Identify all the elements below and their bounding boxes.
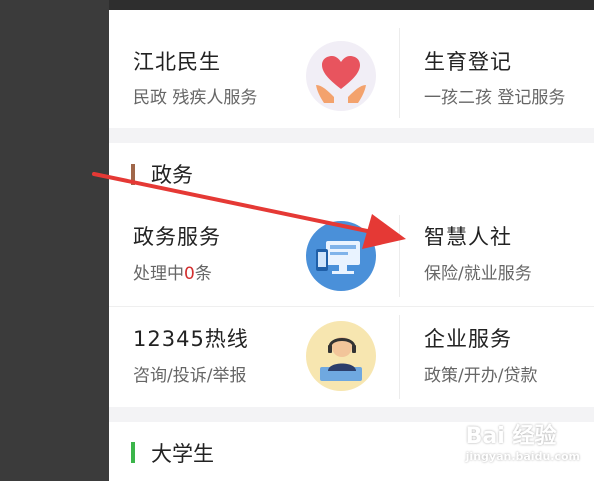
tile-subtitle: 一孩二孩 登记服务 [424, 88, 566, 108]
tile-title: 12345热线 [133, 327, 249, 351]
heart-hands-icon [306, 41, 376, 111]
livelihood-card: 江北民生 民政 残疾人服务 生育登记 一孩二孩 登记服务 [109, 10, 594, 128]
tile-jiangbei-minsheng[interactable]: 江北民生 民政 残疾人服务 [109, 10, 399, 128]
section-accent-bar [131, 164, 135, 185]
section-accent-bar [131, 442, 135, 463]
watermark-main: Bai 经验 [465, 424, 557, 449]
tile-title: 江北民生 [133, 50, 221, 74]
baidu-watermark: Bai 经验 jingyan.baidu.com [466, 418, 580, 463]
pending-label: 处理中 [133, 264, 184, 284]
section-heading: 大学生 [151, 442, 214, 466]
government-card: 政务 政务服务 处理中0条 智慧人社 保险/就业服务 12345热线 咨询/投诉… [109, 143, 594, 407]
left-background [0, 0, 109, 481]
tile-government-services[interactable]: 政务服务 处理中0条 [109, 205, 399, 305]
tile-title: 生育登记 [424, 50, 512, 74]
tile-subtitle: 保险/就业服务 [424, 264, 532, 284]
computer-monitor-icon [306, 221, 376, 291]
tile-title: 政务服务 [133, 225, 221, 249]
tile-title: 企业服务 [424, 327, 512, 351]
tile-subtitle: 处理中0条 [133, 259, 212, 284]
pending-count: 0 [184, 264, 195, 284]
tile-enterprise-services[interactable]: 企业服务 政策/开办/贷款 [400, 307, 594, 407]
tile-subtitle: 民政 残疾人服务 [133, 88, 258, 108]
tile-subtitle: 政策/开办/贷款 [424, 366, 538, 386]
section-heading: 政务 [151, 163, 193, 187]
tile-subtitle: 咨询/投诉/举报 [133, 366, 247, 386]
tile-birth-registration[interactable]: 生育登记 一孩二孩 登记服务 [400, 10, 594, 128]
hotline-operator-icon [306, 321, 376, 391]
tile-smart-hr-social[interactable]: 智慧人社 保险/就业服务 [400, 205, 594, 305]
tile-12345-hotline[interactable]: 12345热线 咨询/投诉/举报 [109, 307, 399, 407]
pending-unit: 条 [194, 264, 212, 284]
app-screen: 江北民生 民政 残疾人服务 生育登记 一孩二孩 登记服务 政务 政务服务 处理中… [109, 10, 594, 481]
tile-title: 智慧人社 [424, 225, 512, 249]
watermark-sub: jingyan.baidu.com [465, 450, 580, 463]
